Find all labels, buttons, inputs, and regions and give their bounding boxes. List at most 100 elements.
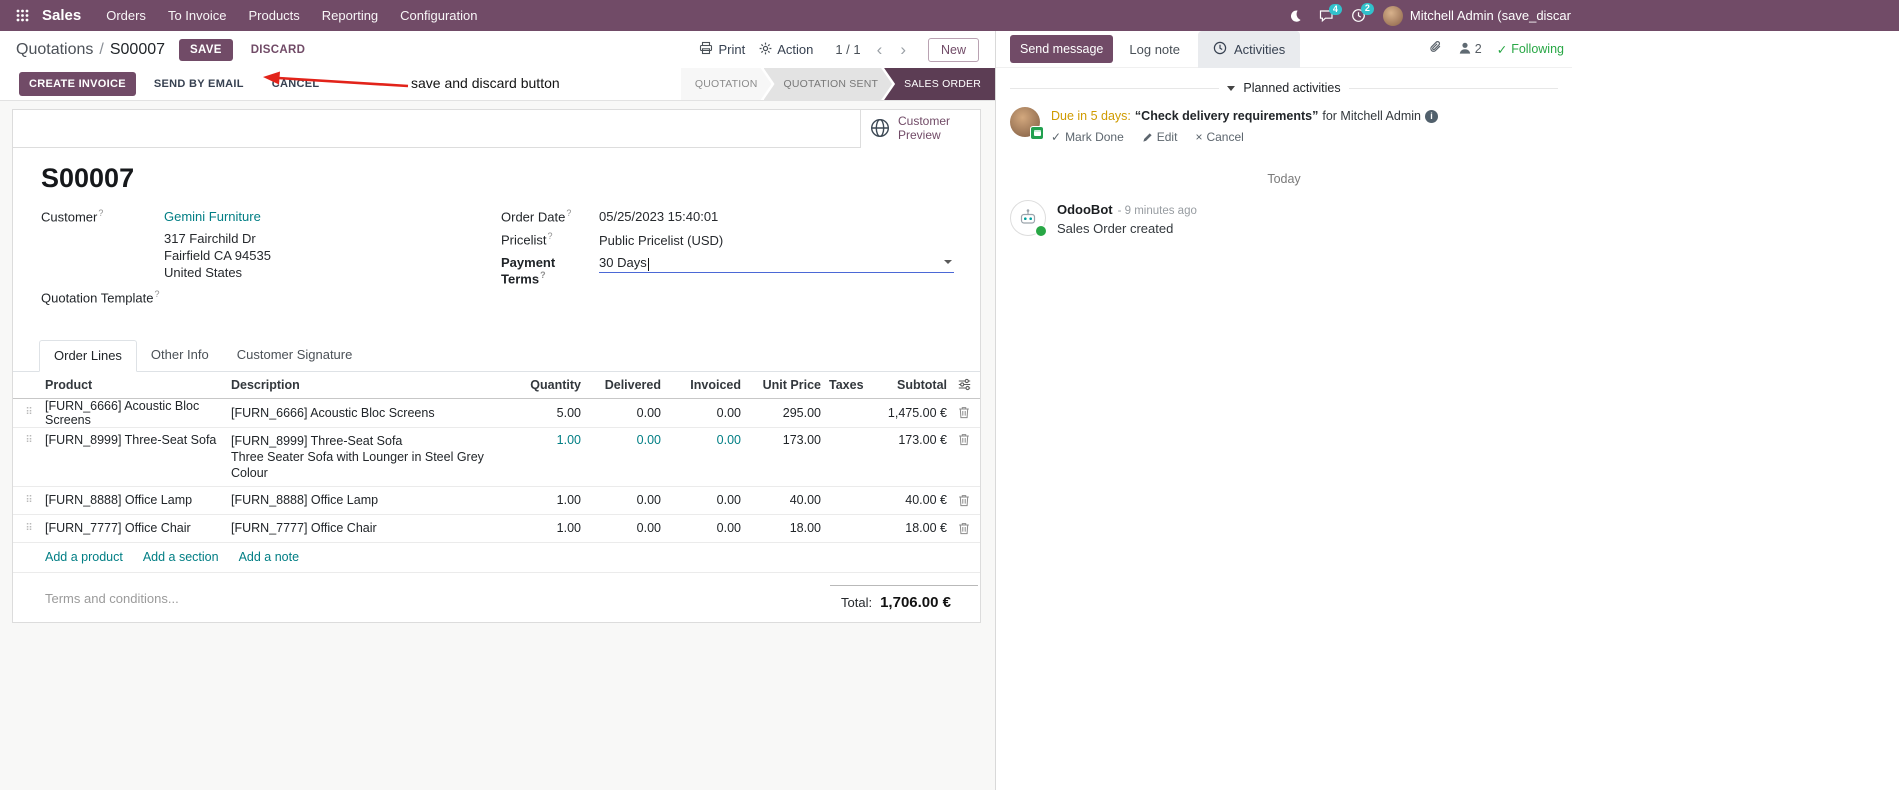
- cell-delivered: 0.00: [636, 405, 661, 420]
- stage-sales-order[interactable]: SALES ORDER: [884, 68, 995, 100]
- log-note-button[interactable]: Log note: [1129, 42, 1180, 57]
- user-avatar: [1382, 5, 1403, 26]
- tab-order-lines[interactable]: Order Lines: [39, 339, 137, 372]
- drag-handle-icon[interactable]: ⠿: [13, 433, 45, 446]
- activities-tab[interactable]: Activities: [1198, 30, 1301, 68]
- cell-product: [FURN_8999] Three-Seat Sofa: [45, 432, 217, 447]
- record-title: S00007: [41, 163, 135, 193]
- cell-unit-price: 173.00: [782, 432, 821, 447]
- dropdown-caret-icon[interactable]: [944, 259, 952, 264]
- cell-invoiced: 0.00: [716, 521, 741, 536]
- activities-tab-label: Activities: [1234, 41, 1286, 57]
- menu-products[interactable]: Products: [237, 0, 310, 31]
- breadcrumb-current: S00007: [109, 40, 166, 58]
- total-box: Total: 1,706.00 €: [830, 584, 978, 611]
- action-button[interactable]: Action: [759, 42, 813, 58]
- tab-customer-signature[interactable]: Customer Signature: [223, 340, 367, 372]
- bot-badge-icon: [1035, 225, 1047, 238]
- followers-button[interactable]: 2: [1458, 41, 1482, 58]
- cell-invoiced: 0.00: [716, 405, 741, 420]
- cell-description: [FURN_8888] Office Lamp: [231, 493, 379, 508]
- table-row[interactable]: ⠿ [FURN_8999] Three-Seat Sofa [FURN_8999…: [13, 428, 980, 487]
- chatter-message: OdooBot - 9 minutes ago Sales Order crea…: [996, 198, 1572, 238]
- drag-handle-icon[interactable]: ⠿: [13, 523, 45, 534]
- col-product: Product: [45, 377, 93, 392]
- stage-quotation[interactable]: QUOTATION: [681, 68, 772, 100]
- cancel-activity-button[interactable]: × Cancel: [1195, 130, 1243, 144]
- send-message-button[interactable]: Send message: [1010, 35, 1114, 63]
- customer-label: Customer?: [41, 208, 104, 225]
- user-name: Mitchell Admin (save_discar: [1409, 8, 1571, 23]
- apps-grid-icon[interactable]: [10, 0, 35, 31]
- terms-placeholder[interactable]: Terms and conditions...: [45, 591, 179, 606]
- cell-delivered: 0.00: [636, 493, 661, 508]
- pager-next-icon[interactable]: ›: [898, 41, 908, 58]
- add-a-note-link[interactable]: Add a note: [239, 550, 299, 564]
- messages-badge: 4: [1328, 3, 1342, 16]
- pricelist-field[interactable]: Public Pricelist (USD): [599, 233, 723, 248]
- stage-quotation-sent[interactable]: QUOTATION SENT: [764, 68, 893, 100]
- print-label: Print: [718, 42, 746, 57]
- activities-clock-icon[interactable]: 2: [1351, 3, 1374, 23]
- col-taxes: Taxes: [829, 377, 864, 392]
- breadcrumb-quotations[interactable]: Quotations: [16, 41, 93, 59]
- col-subtotal: Subtotal: [897, 377, 947, 392]
- order-date-field[interactable]: 05/25/2023 15:40:01: [599, 209, 718, 224]
- new-button[interactable]: New: [927, 37, 979, 62]
- action-label: Action: [777, 42, 814, 57]
- pager-previous-icon[interactable]: ‹: [875, 41, 885, 58]
- menu-orders[interactable]: Orders: [95, 0, 157, 31]
- col-quantity: Quantity: [530, 377, 581, 392]
- info-icon[interactable]: i: [1425, 109, 1438, 123]
- app-name[interactable]: Sales: [35, 7, 95, 24]
- cell-subtotal: 18.00 €: [905, 521, 947, 536]
- optional-columns-icon[interactable]: [947, 378, 981, 391]
- discard-button[interactable]: DISCARD: [243, 39, 314, 61]
- print-button[interactable]: Print: [699, 41, 745, 58]
- menu-configuration[interactable]: Configuration: [389, 0, 488, 31]
- edit-activity-button[interactable]: Edit: [1142, 130, 1177, 144]
- delete-row-icon[interactable]: [947, 494, 981, 507]
- save-button[interactable]: SAVE: [179, 38, 233, 61]
- col-unit-price: Unit Price: [762, 377, 821, 392]
- user-menu[interactable]: Mitchell Admin (save_discar: [1382, 5, 1571, 26]
- delete-row-icon[interactable]: [947, 522, 981, 535]
- payment-terms-value: 30 Days: [599, 254, 647, 270]
- table-row[interactable]: ⠿ [FURN_6666] Acoustic Bloc Screens [FUR…: [13, 399, 980, 428]
- top-navbar: Sales Orders To Invoice Products Reporti…: [0, 0, 1899, 31]
- delete-row-icon[interactable]: [947, 406, 981, 419]
- customer-value-link[interactable]: Gemini Furniture: [164, 209, 261, 224]
- moon-icon[interactable]: [1288, 9, 1302, 23]
- activity-due: Due in 5 days:: [1051, 109, 1131, 123]
- following-button[interactable]: ✓ Following: [1497, 42, 1564, 57]
- table-header: Product Description Quantity Delivered I…: [13, 372, 980, 399]
- cell-delivered: 0.00: [636, 521, 661, 536]
- create-invoice-button[interactable]: CREATE INVOICE: [19, 72, 136, 96]
- add-a-product-link[interactable]: Add a product: [45, 550, 123, 564]
- customer-preview-button[interactable]: Customer Preview: [860, 110, 980, 148]
- activity-assignee: for Mitchell Admin: [1322, 109, 1421, 123]
- chatter-panel: Send message Log note Activities 2 ✓ Fol…: [996, 30, 1899, 790]
- menu-reporting[interactable]: Reporting: [311, 0, 389, 31]
- tab-other-info[interactable]: Other Info: [137, 340, 223, 372]
- payment-terms-input[interactable]: 30 Days: [599, 255, 954, 273]
- drag-handle-icon[interactable]: ⠿: [13, 407, 45, 418]
- planned-activities-toggle[interactable]: Planned activities: [1010, 81, 1558, 95]
- menu-to-invoice[interactable]: To Invoice: [157, 0, 238, 31]
- cell-description: [FURN_8999] Three-Seat Sofa Three Seater…: [231, 433, 484, 480]
- breadcrumb: Quotations / S00007: [16, 41, 165, 59]
- check-icon: ✓: [1051, 130, 1062, 145]
- delete-row-icon[interactable]: [947, 433, 981, 446]
- annotation-arrow: [263, 71, 409, 88]
- customer-preview-label: Customer Preview: [898, 114, 951, 142]
- mark-done-button[interactable]: ✓ Mark Done: [1051, 130, 1124, 144]
- add-a-section-link[interactable]: Add a section: [143, 550, 219, 564]
- total-label: Total:: [841, 594, 873, 610]
- table-row[interactable]: ⠿ [FURN_8888] Office Lamp [FURN_8888] Of…: [13, 487, 980, 515]
- annotation-text: save and discard button: [411, 75, 560, 91]
- send-by-email-button[interactable]: SEND BY EMAIL: [144, 72, 254, 96]
- messages-icon[interactable]: 4: [1319, 3, 1342, 23]
- table-row[interactable]: ⠿ [FURN_7777] Office Chair [FURN_7777] O…: [13, 515, 980, 543]
- attachments-button[interactable]: [1428, 40, 1443, 58]
- drag-handle-icon[interactable]: ⠿: [13, 495, 45, 506]
